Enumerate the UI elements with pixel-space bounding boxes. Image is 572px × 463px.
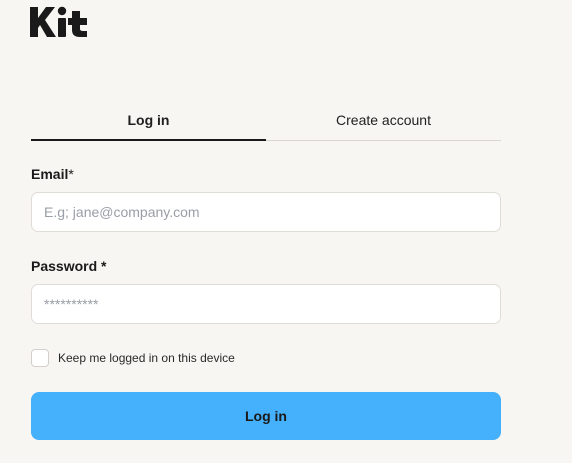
tab-create-account[interactable]: Create account [266,100,501,140]
remember-me-checkbox[interactable] [31,349,49,367]
password-label: Password * [31,258,106,274]
password-input[interactable] [31,284,501,324]
log-in-button[interactable]: Log in [31,392,501,440]
remember-me-label: Keep me logged in on this device [58,351,235,365]
remember-me-option[interactable]: Keep me logged in on this device [31,348,235,368]
kit-logo [30,6,102,38]
auth-tabs: Log in Create account [31,100,501,141]
required-mark: * [97,258,107,274]
password-label-text: Password [31,258,98,274]
email-input[interactable] [31,192,501,232]
required-mark: * [68,166,74,182]
tab-log-in[interactable]: Log in [31,100,266,141]
email-label: Email* [31,166,74,182]
login-page: Log in Create account Email* Password * … [0,0,572,463]
email-label-text: Email [31,166,69,182]
